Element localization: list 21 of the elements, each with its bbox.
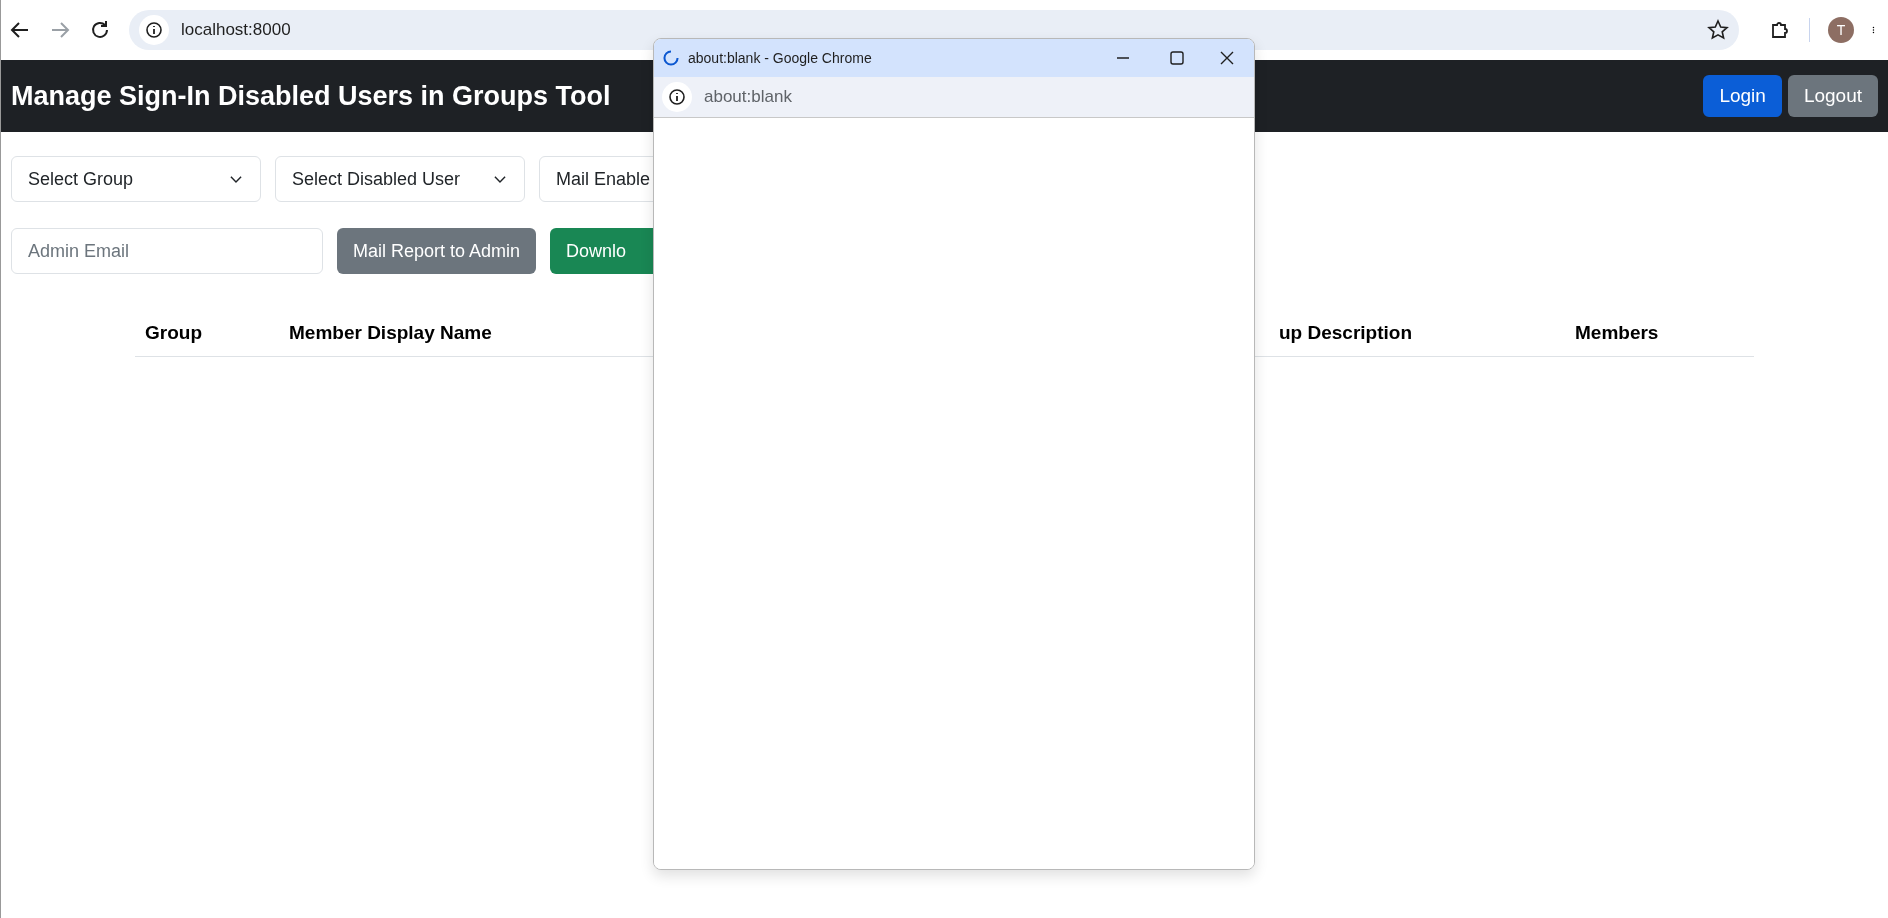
info-icon[interactable] — [139, 15, 169, 45]
popup-title: about:blank - Google Chrome — [688, 50, 873, 66]
app-title: Manage Sign-In Disabled Users in Groups Tool — [11, 80, 611, 112]
action-button[interactable]: Mail Report to Admin — [337, 228, 537, 274]
column-header: Member Display Name — [288, 321, 493, 345]
profile-avatar[interactable]: T — [1828, 17, 1854, 43]
dropdown-select[interactable]: Select Group — [11, 156, 261, 202]
popup-url-text: about:blank — [704, 87, 792, 107]
column-header: Group — [144, 321, 203, 345]
column-header: up Description — [1278, 321, 1413, 345]
header-button[interactable]: Login — [1703, 75, 1782, 117]
loading-spinner-icon — [662, 49, 680, 67]
star-icon[interactable] — [1707, 19, 1729, 41]
header-button[interactable]: Logout — [1787, 75, 1878, 117]
dropdown-select[interactable]: Select Disabled User — [275, 156, 525, 202]
column-header: Members — [1574, 321, 1660, 345]
puzzle-icon[interactable] — [1769, 19, 1791, 41]
reload-icon[interactable] — [89, 19, 111, 41]
admin-email-field[interactable]: Admin Email — [11, 228, 323, 274]
info-icon[interactable] — [662, 82, 692, 112]
url-text: localhost:8000 — [181, 20, 291, 40]
